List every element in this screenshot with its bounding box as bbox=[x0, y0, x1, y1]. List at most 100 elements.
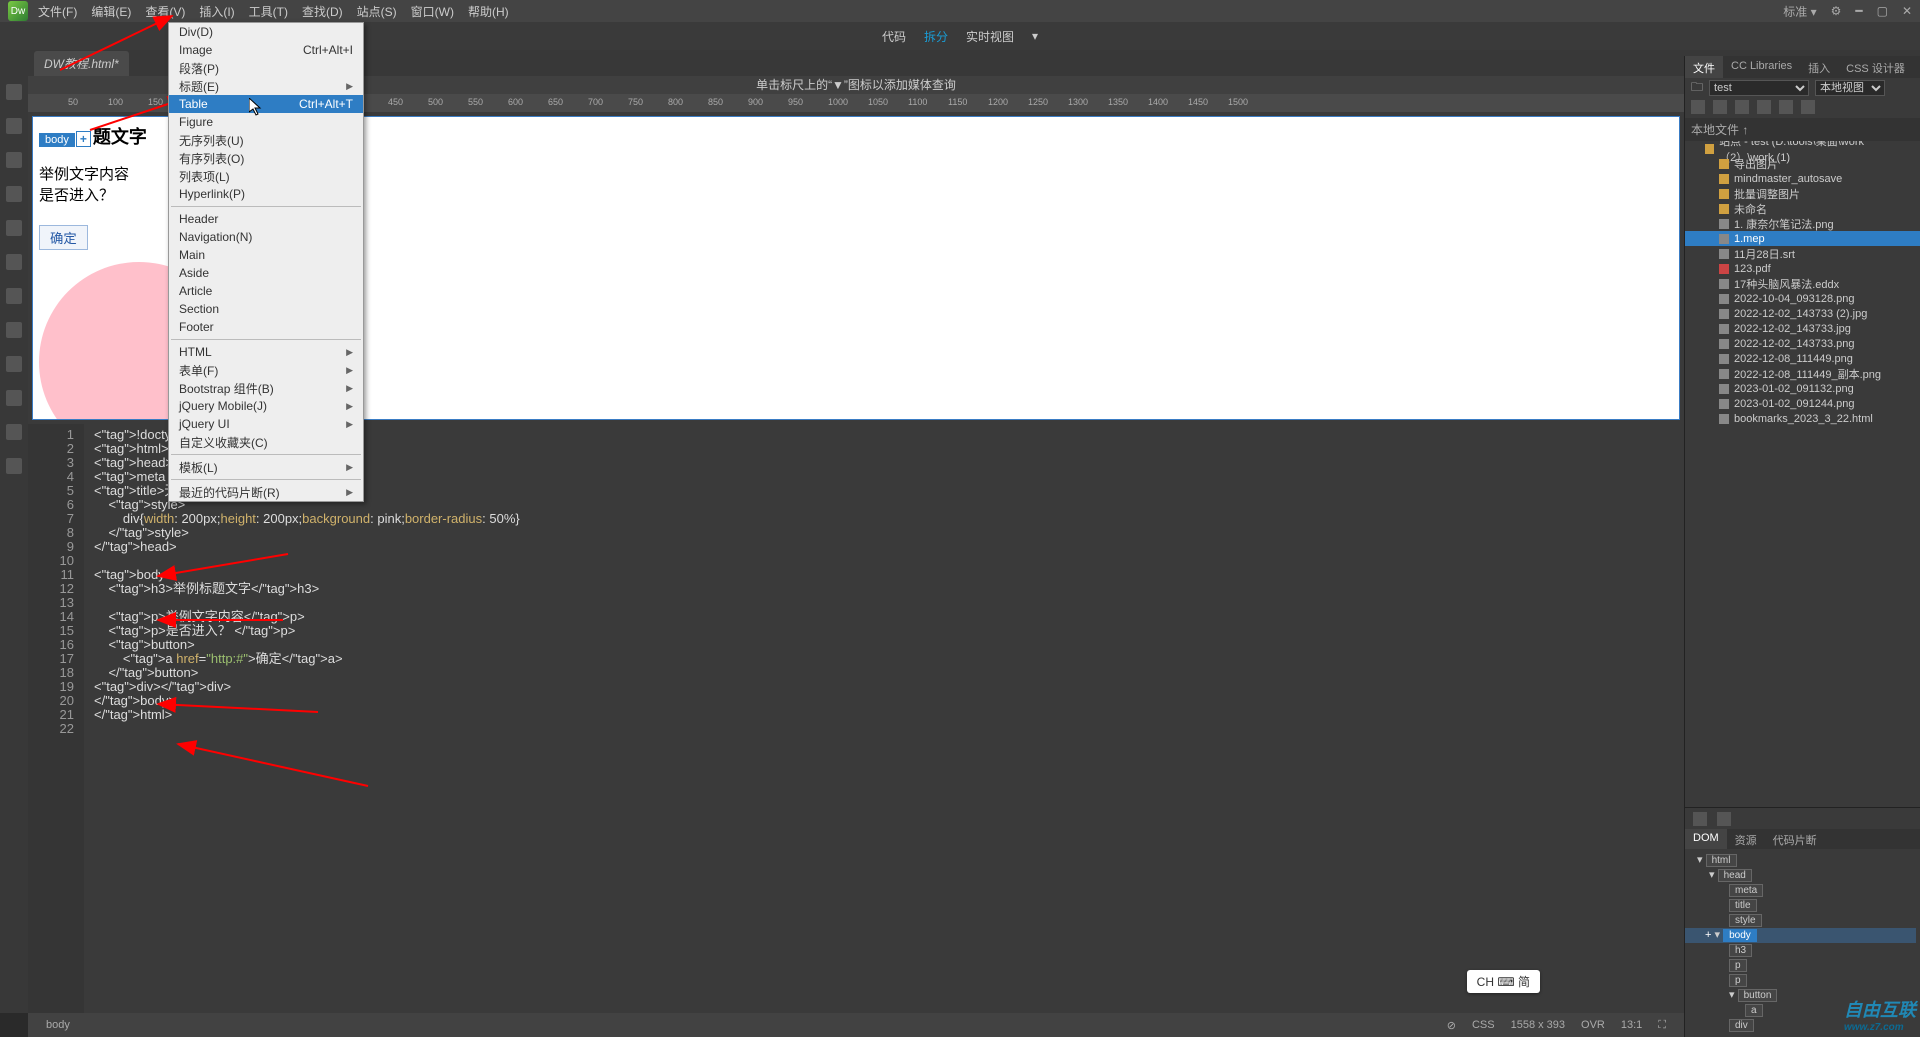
dom-style[interactable]: style bbox=[1729, 914, 1762, 927]
menu-item-e[interactable]: 标题(E)▶ bbox=[169, 77, 363, 95]
dom-add-icon[interactable]: + bbox=[1705, 929, 1711, 941]
tool-12[interactable] bbox=[6, 458, 22, 474]
panel-tab-css[interactable]: CSS 设计器 bbox=[1838, 56, 1913, 78]
file-row[interactable]: 11月28日.srt bbox=[1685, 246, 1920, 261]
file-refresh-icon[interactable] bbox=[1801, 100, 1815, 114]
tool-5[interactable] bbox=[6, 220, 22, 236]
file-row[interactable]: 17种头脑风暴法.eddx bbox=[1685, 276, 1920, 291]
view-live[interactable]: 实时视图 bbox=[966, 28, 1014, 45]
status-expand-icon[interactable]: ⛶ bbox=[1658, 1019, 1666, 1032]
menu-item-footer[interactable]: Footer bbox=[169, 318, 363, 336]
file-row[interactable]: 2022-12-02_143733 (2).jpg bbox=[1685, 306, 1920, 321]
menu-item-header[interactable]: Header bbox=[169, 210, 363, 228]
menu-item-r[interactable]: 最近的代码片断(R)▶ bbox=[169, 483, 363, 501]
menu-item-o[interactable]: 有序列表(O) bbox=[169, 149, 363, 167]
site-select[interactable]: test bbox=[1709, 80, 1809, 96]
code-view[interactable]: 1 2 3 4 5 6 7 8 9 10 11 12 13 14 15 16 1… bbox=[28, 424, 1684, 1013]
menu-item-u[interactable]: 无序列表(U) bbox=[169, 131, 363, 149]
dom-collapse-icon[interactable]: ▾ bbox=[1729, 989, 1735, 1001]
menu-edit[interactable]: 编辑(E) bbox=[91, 3, 131, 20]
panel-tab-files[interactable]: 文件 bbox=[1685, 56, 1723, 78]
menu-item-main[interactable]: Main bbox=[169, 246, 363, 264]
menu-item-bootstrapb[interactable]: Bootstrap 组件(B)▶ bbox=[169, 379, 363, 397]
menu-item-article[interactable]: Article bbox=[169, 282, 363, 300]
file-row[interactable]: bookmarks_2023_3_22.html bbox=[1685, 411, 1920, 426]
file-action-1[interactable] bbox=[1691, 100, 1705, 114]
menu-insert[interactable]: 插入(I) bbox=[199, 3, 234, 20]
settings-icon[interactable]: ⚙ bbox=[1831, 4, 1842, 18]
menu-file[interactable]: 文件(F) bbox=[38, 3, 77, 20]
dom-head[interactable]: head bbox=[1718, 869, 1752, 882]
tool-2[interactable] bbox=[6, 118, 22, 134]
dom-body[interactable]: body bbox=[1723, 929, 1757, 942]
assets-tab[interactable]: 资源 bbox=[1727, 829, 1765, 849]
dom-div[interactable]: div bbox=[1729, 1019, 1754, 1032]
file-row[interactable]: 2023-01-02_091132.png bbox=[1685, 381, 1920, 396]
menu-item-divd[interactable]: Div(D) bbox=[169, 23, 363, 41]
dom-meta[interactable]: meta bbox=[1729, 884, 1763, 897]
tool-10[interactable] bbox=[6, 390, 22, 406]
maximize-icon[interactable]: ▢ bbox=[1877, 4, 1888, 18]
file-row[interactable]: 123.pdf bbox=[1685, 261, 1920, 276]
tool-8[interactable] bbox=[6, 322, 22, 338]
menu-site[interactable]: 站点(S) bbox=[357, 3, 397, 20]
dom-collapse-icon[interactable]: ▾ bbox=[1697, 854, 1703, 866]
breadcrumb-body[interactable]: body bbox=[46, 1019, 70, 1031]
dom-html[interactable]: html bbox=[1706, 854, 1737, 867]
menu-tools[interactable]: 工具(T) bbox=[249, 3, 288, 20]
tool-3[interactable] bbox=[6, 152, 22, 168]
menu-item-jqueryui[interactable]: jQuery UI▶ bbox=[169, 415, 363, 433]
snippets-tab[interactable]: 代码片断 bbox=[1765, 829, 1825, 849]
menu-item-l[interactable]: 模板(L)▶ bbox=[169, 458, 363, 476]
file-row[interactable]: 批量调整图片 bbox=[1685, 186, 1920, 201]
globe-icon[interactable] bbox=[1717, 812, 1731, 826]
element-badge-body[interactable]: body bbox=[39, 133, 75, 147]
file-row[interactable]: 2022-12-02_143733.jpg bbox=[1685, 321, 1920, 336]
file-row[interactable]: 2023-01-02_091244.png bbox=[1685, 396, 1920, 411]
site-icon[interactable]: 🗀 bbox=[1691, 78, 1703, 99]
menu-item-hyperlinkp[interactable]: Hyperlink(P) bbox=[169, 185, 363, 203]
insert-menu-dropdown[interactable]: Div(D)ImageCtrl+Alt+I段落(P)标题(E)▶TableCtr… bbox=[168, 22, 364, 502]
menu-find[interactable]: 查找(D) bbox=[302, 3, 343, 20]
file-row[interactable]: 未命名 bbox=[1685, 201, 1920, 216]
element-badge-plus-icon[interactable]: + bbox=[76, 131, 91, 147]
dom-a[interactable]: a bbox=[1745, 1004, 1763, 1017]
menu-item-table[interactable]: TableCtrl+Alt+T bbox=[169, 95, 363, 113]
tool-1[interactable] bbox=[6, 84, 22, 100]
file-row[interactable]: 2022-10-04_093128.png bbox=[1685, 291, 1920, 306]
file-action-2[interactable] bbox=[1713, 100, 1727, 114]
status-css-dropdown[interactable]: CSS bbox=[1472, 1019, 1495, 1031]
file-row[interactable]: 2022-12-02_143733.png bbox=[1685, 336, 1920, 351]
panel-tab-insert[interactable]: 插入 bbox=[1800, 56, 1838, 78]
tab-document[interactable]: DW教程.html* bbox=[34, 51, 129, 76]
menu-item-jquerymobilej[interactable]: jQuery Mobile(J)▶ bbox=[169, 397, 363, 415]
panel-tab-cc[interactable]: CC Libraries bbox=[1723, 56, 1800, 78]
close-icon[interactable]: ✕ bbox=[1902, 4, 1912, 18]
file-row[interactable]: 2022-12-08_111449_副本.png bbox=[1685, 366, 1920, 381]
dom-collapse-icon[interactable]: ▾ bbox=[1709, 869, 1715, 881]
minimize-icon[interactable]: ━ bbox=[1855, 4, 1862, 18]
menu-item-l[interactable]: 列表项(L) bbox=[169, 167, 363, 185]
code-lines[interactable]: <"tag">!doctype html> <"tag">html> <"tag… bbox=[84, 424, 520, 1013]
menu-item-p[interactable]: 段落(P) bbox=[169, 59, 363, 77]
link-icon[interactable] bbox=[1693, 812, 1707, 826]
menu-window[interactable]: 窗口(W) bbox=[411, 3, 454, 20]
file-action-4[interactable] bbox=[1757, 100, 1771, 114]
tool-9[interactable] bbox=[6, 356, 22, 372]
preview-confirm-button[interactable]: 确定 bbox=[39, 225, 88, 250]
dom-title[interactable]: title bbox=[1729, 899, 1757, 912]
menu-item-html[interactable]: HTML▶ bbox=[169, 343, 363, 361]
tool-6[interactable] bbox=[6, 254, 22, 270]
dom-collapse-icon[interactable]: ▾ bbox=[1715, 929, 1721, 941]
dom-tab[interactable]: DOM bbox=[1685, 829, 1727, 849]
workspace-dropdown[interactable]: 标准 ▾ bbox=[1783, 3, 1816, 20]
dom-button[interactable]: button bbox=[1738, 989, 1778, 1002]
menu-item-image[interactable]: ImageCtrl+Alt+I bbox=[169, 41, 363, 59]
file-row[interactable]: 1.mep bbox=[1685, 231, 1920, 246]
file-row[interactable]: 2022-12-08_111449.png bbox=[1685, 351, 1920, 366]
file-row[interactable]: mindmaster_autosave bbox=[1685, 171, 1920, 186]
view-code[interactable]: 代码 bbox=[882, 28, 906, 45]
file-tree[interactable]: 站点 - test (D:\tools\桌面\work（2）\work (1) … bbox=[1685, 141, 1920, 807]
dom-h3[interactable]: h3 bbox=[1729, 944, 1752, 957]
menu-item-aside[interactable]: Aside bbox=[169, 264, 363, 282]
